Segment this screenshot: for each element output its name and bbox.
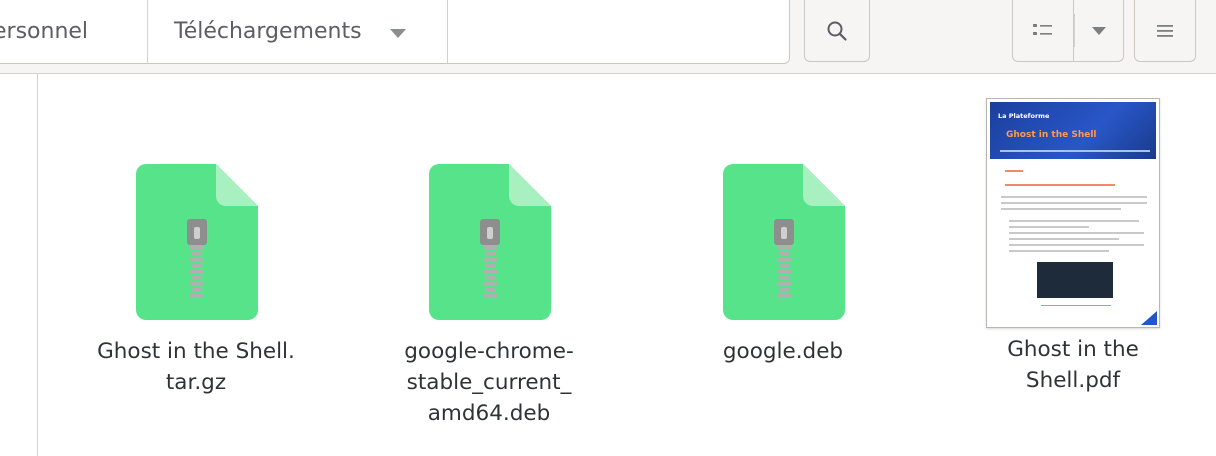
list-view-icon: [1033, 23, 1052, 35]
thumbnail-title: Ghost in the Shell: [1006, 130, 1097, 140]
file-item-ghost-pdf[interactable]: Ghost in the Shell.pdf: [958, 334, 1188, 396]
file-name: google.deb: [722, 339, 844, 364]
path-bar: ersonnel Téléchargements: [0, 0, 790, 64]
breadcrumb-label: Téléchargements: [174, 19, 362, 44]
view-options-button[interactable]: [1074, 0, 1124, 62]
file-name: Ghost in the Shell.pdf: [1007, 337, 1139, 393]
hamburger-menu-icon: [1157, 24, 1173, 37]
pdf-thumbnail[interactable]: La Plateforme Ghost in the Shell: [986, 98, 1160, 328]
file-item-google-chrome-deb[interactable]: google-chrome- stable_current_ amd64.deb: [374, 164, 604, 429]
thumbnail-banner: La Plateforme Ghost in the Shell: [990, 102, 1156, 159]
file-name: Ghost in the Shell. tar.gz: [97, 339, 295, 395]
file-item-ghost-tar[interactable]: Ghost in the Shell. tar.gz: [81, 164, 311, 398]
main-menu-button[interactable]: [1134, 0, 1196, 62]
file-item-google-deb[interactable]: google.deb: [668, 164, 898, 367]
breadcrumb-personnel[interactable]: ersonnel: [0, 0, 148, 63]
thumbnail-subtitle-line: [1000, 150, 1150, 152]
search-button[interactable]: [804, 0, 870, 62]
thumbnail-logo: La Plateforme: [998, 112, 1050, 120]
file-grid: Ghost in the Shell. tar.gz google-chrome…: [38, 74, 1216, 456]
search-icon: [827, 21, 847, 41]
view-mode-button[interactable]: [1012, 0, 1074, 62]
breadcrumb-label: ersonnel: [0, 19, 89, 44]
thumbnail-terminal-image: [1037, 262, 1113, 298]
chevron-down-icon: [1091, 26, 1106, 35]
breadcrumb-telechargements[interactable]: Téléchargements: [148, 0, 448, 63]
archive-zip-icon: [723, 164, 845, 320]
file-name: google-chrome- stable_current_ amd64.deb: [404, 339, 574, 426]
archive-zip-icon: [136, 164, 258, 320]
thumbnail-corner: [1141, 311, 1157, 325]
header-bar: ersonnel Téléchargements: [0, 0, 1216, 74]
chevron-down-icon[interactable]: [389, 28, 406, 38]
archive-zip-icon: [429, 164, 551, 320]
